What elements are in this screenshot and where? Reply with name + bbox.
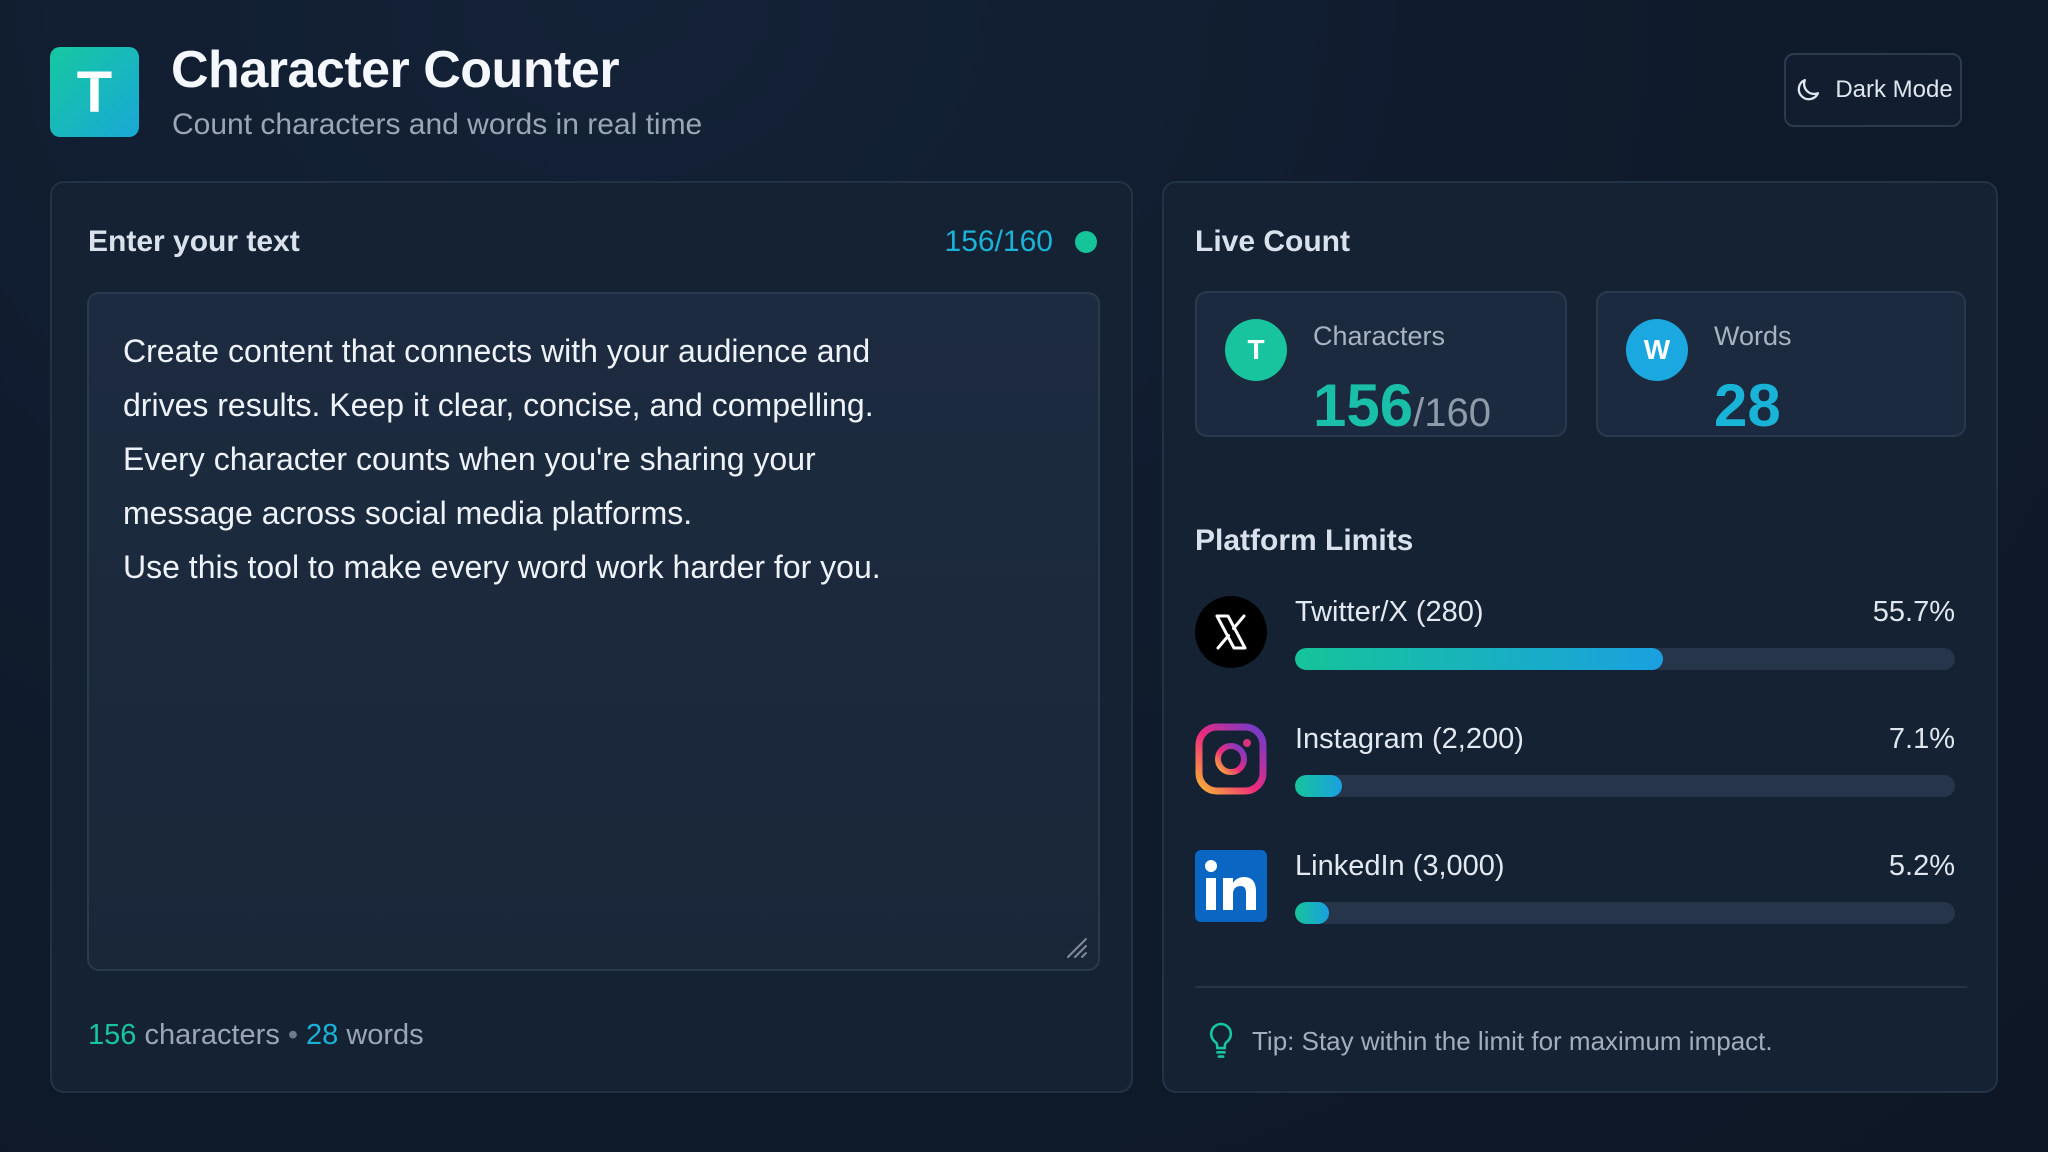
- linkedin-icon: [1195, 850, 1267, 922]
- limit-indicator: 156/160: [945, 225, 1097, 259]
- platform-row-instagram: Instagram (2,200) 7.1%: [1195, 723, 1955, 803]
- words-stat: W Words 28: [1596, 291, 1966, 439]
- platform-percent: 7.1%: [1888, 723, 1955, 755]
- editor-card: Enter your text 156/160 Create content t…: [50, 181, 1133, 1093]
- resize-handle-icon[interactable]: [1062, 933, 1088, 959]
- footer-stats: 156 characters • 28 words: [88, 1019, 424, 1052]
- characters-stat: T Characters 156/160: [1195, 291, 1567, 440]
- platform-row-twitter: Twitter/X (280) 55.7%: [1195, 596, 1955, 676]
- progress-fill: [1295, 902, 1330, 924]
- editor-title: Enter your text: [88, 225, 300, 258]
- footer-separator: •: [287, 1019, 298, 1051]
- progress-track: [1295, 775, 1955, 797]
- text-input[interactable]: Create content that connects with your a…: [87, 292, 1100, 971]
- divider: [1195, 986, 1967, 988]
- footer-word-label: words: [338, 1019, 424, 1051]
- logo-letter: T: [76, 59, 113, 125]
- x-logo-icon: [1195, 596, 1267, 668]
- tip: Tip: Stay within the limit for maximum i…: [1204, 1021, 1773, 1061]
- characters-value: 156: [1313, 372, 1414, 439]
- footer-word-count: 28: [306, 1019, 339, 1051]
- text-line: drives results. Keep it clear, concise, …: [123, 387, 874, 423]
- text-line: Create content that connects with your a…: [123, 333, 871, 369]
- live-count-title: Live Count: [1195, 225, 1350, 258]
- footer-char-label: characters: [136, 1019, 280, 1051]
- tip-text: Tip: Stay within the limit for maximum i…: [1252, 1025, 1773, 1056]
- app-subtitle: Count characters and words in real time: [172, 108, 703, 141]
- text-line: Every character counts when you're shari…: [123, 441, 816, 477]
- app-title: Character Counter: [171, 41, 620, 99]
- platform-row-linkedin: LinkedIn (3,000) 5.2%: [1195, 850, 1955, 930]
- platform-name: Instagram (2,200): [1295, 723, 1524, 755]
- moon-icon: [1798, 78, 1820, 101]
- words-label: Words: [1714, 321, 1792, 351]
- platform-name: LinkedIn (3,000): [1295, 850, 1505, 882]
- characters-label: Characters: [1313, 321, 1446, 351]
- status-dot: [1075, 231, 1097, 253]
- platform-name: Twitter/X (280): [1295, 596, 1484, 628]
- progress-track: [1295, 648, 1955, 670]
- live-count-card: Live Count T Characters 156/160 W Words …: [1162, 181, 1998, 1093]
- words-badge: W: [1626, 319, 1688, 381]
- platform-percent: 5.2%: [1888, 850, 1955, 882]
- footer-char-count: 156: [88, 1019, 137, 1051]
- app-logo: T: [50, 47, 139, 137]
- instagram-icon: [1195, 723, 1267, 795]
- limit-display: 156/160: [944, 225, 1053, 258]
- lightbulb-icon: [1209, 1022, 1233, 1058]
- progress-fill: [1295, 775, 1342, 797]
- characters-value-wrap: 156/160: [1313, 371, 1491, 440]
- characters-limit: /160: [1413, 391, 1491, 435]
- dark-mode-button[interactable]: Dark Mode: [1784, 53, 1962, 127]
- words-value: 28: [1714, 372, 1781, 439]
- platform-percent: 55.7%: [1872, 596, 1955, 628]
- progress-track: [1295, 902, 1955, 924]
- characters-badge: T: [1225, 319, 1287, 381]
- text-line: Use this tool to make every word work ha…: [123, 549, 881, 585]
- progress-fill: [1295, 648, 1663, 670]
- app-root: T Character Counter Count characters and…: [0, 0, 2048, 1152]
- dark-mode-label: Dark Mode: [1835, 76, 1953, 103]
- text-line: message across social media platforms.: [123, 495, 693, 531]
- platform-limits-title: Platform Limits: [1195, 524, 1414, 557]
